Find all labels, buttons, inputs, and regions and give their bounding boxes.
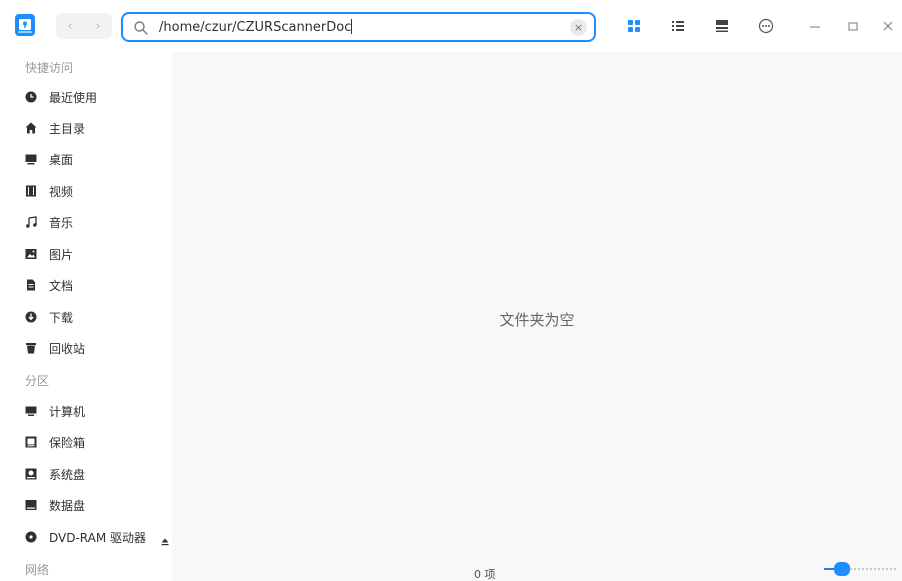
zoom-slider-track — [850, 568, 896, 570]
sidebar-item-downloads[interactable]: 下载 — [15, 305, 165, 329]
empty-folder-message: 文件夹为空 — [499, 311, 575, 329]
more-menu-button[interactable] — [756, 16, 776, 36]
music-icon — [25, 216, 37, 228]
sidebar-item-label: 保险箱 — [49, 435, 86, 450]
sidebar-item-dvd-drive[interactable]: DVD-RAM 驱动器 — [15, 525, 169, 549]
file-manager-window: ‹ › /home/czur/CZURScannerDoc × 快捷访问 最近使… — [0, 0, 902, 581]
video-icon — [25, 185, 37, 197]
address-path-text: /home/czur/CZURScannerDoc — [159, 20, 352, 35]
close-icon — [883, 21, 893, 31]
desktop-icon — [25, 153, 37, 165]
clock-icon — [25, 91, 37, 103]
app-logo-icon — [14, 13, 36, 37]
forward-button[interactable]: › — [84, 13, 112, 39]
sidebar-item-desktop[interactable]: 桌面 — [15, 147, 165, 171]
forward-arrow-icon: › — [95, 18, 101, 34]
maximize-icon — [848, 22, 858, 31]
sidebar-item-label: 图片 — [49, 247, 74, 262]
titlebar: ‹ › /home/czur/CZURScannerDoc × — [0, 0, 902, 52]
close-button[interactable] — [878, 16, 898, 36]
vault-icon — [25, 436, 37, 448]
section-title-quick-access: 快捷访问 — [25, 61, 74, 75]
sidebar-item-vault[interactable]: 保险箱 — [15, 430, 165, 454]
icon-view-button[interactable] — [624, 16, 644, 36]
more-menu-icon — [758, 18, 774, 34]
list-view-icon — [672, 21, 684, 31]
file-view[interactable]: 文件夹为空 0 项 — [172, 52, 902, 581]
download-icon — [25, 311, 37, 323]
sidebar-item-recent[interactable]: 最近使用 — [15, 85, 165, 109]
clear-address-button[interactable]: × — [570, 19, 587, 36]
sidebar: 快捷访问 最近使用 主目录 桌面 视频 音乐 图片 文档 下载 回收站 分区 计… — [0, 52, 172, 581]
trash-icon — [25, 342, 37, 354]
home-icon — [25, 122, 37, 134]
address-input[interactable]: /home/czur/CZURScannerDoc — [159, 19, 353, 35]
sidebar-item-data-disk[interactable]: 数据盘 — [15, 493, 165, 517]
computer-icon — [25, 405, 37, 417]
sidebar-item-label: 数据盘 — [49, 498, 86, 513]
document-icon — [25, 279, 37, 291]
sidebar-item-system-disk[interactable]: 系统盘 — [15, 462, 165, 486]
dvd-icon — [25, 531, 37, 543]
list-view-button[interactable] — [668, 16, 688, 36]
zoom-slider[interactable] — [822, 562, 898, 576]
sidebar-item-music[interactable]: 音乐 — [15, 210, 165, 234]
detail-view-icon — [716, 20, 728, 32]
back-arrow-icon: ‹ — [67, 18, 73, 34]
sidebar-item-label: DVD-RAM 驱动器 — [49, 530, 147, 545]
back-button[interactable]: ‹ — [56, 13, 84, 39]
navigation-buttons: ‹ › — [56, 13, 112, 39]
maximize-button[interactable] — [843, 16, 863, 36]
address-bar[interactable]: /home/czur/CZURScannerDoc × — [121, 12, 596, 42]
sidebar-item-label: 回收站 — [49, 341, 86, 356]
picture-icon — [25, 248, 37, 260]
sidebar-item-trash[interactable]: 回收站 — [15, 336, 165, 360]
sidebar-item-videos[interactable]: 视频 — [15, 179, 165, 203]
detail-view-button[interactable] — [712, 16, 732, 36]
sidebar-item-label: 系统盘 — [49, 467, 86, 482]
sidebar-item-label: 计算机 — [49, 404, 86, 419]
system-disk-icon — [25, 468, 37, 480]
sidebar-item-documents[interactable]: 文档 — [15, 273, 165, 297]
search-icon[interactable] — [133, 20, 149, 36]
sidebar-item-label: 视频 — [49, 184, 74, 199]
minimize-button[interactable] — [805, 16, 825, 36]
sidebar-item-label: 下载 — [49, 310, 74, 325]
sidebar-item-label: 主目录 — [49, 121, 86, 136]
sidebar-item-pictures[interactable]: 图片 — [15, 242, 165, 266]
icon-view-icon — [628, 20, 640, 32]
sidebar-item-label: 音乐 — [49, 215, 74, 230]
sidebar-item-label: 最近使用 — [49, 90, 98, 105]
section-title-partitions: 分区 — [25, 374, 50, 388]
sidebar-item-label: 桌面 — [49, 152, 74, 167]
zoom-slider-handle[interactable] — [834, 562, 850, 576]
sidebar-item-home[interactable]: 主目录 — [15, 116, 165, 140]
sidebar-item-computer[interactable]: 计算机 — [15, 399, 165, 423]
minimize-icon — [810, 26, 820, 28]
data-disk-icon — [25, 499, 37, 511]
item-count: 0 项 — [474, 568, 496, 581]
section-title-network: 网络 — [25, 563, 50, 577]
eject-icon[interactable] — [160, 532, 170, 546]
text-caret — [351, 19, 353, 34]
clear-icon: × — [573, 21, 584, 34]
sidebar-item-label: 文档 — [49, 278, 74, 293]
